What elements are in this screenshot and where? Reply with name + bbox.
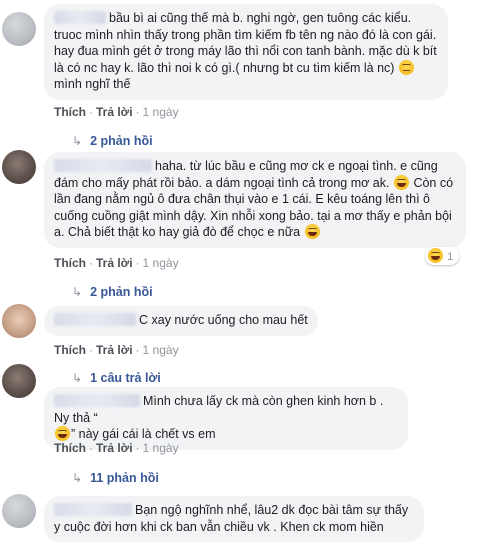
neutral-face-emoji [398, 59, 414, 75]
comment-text-2: ” này gái cái là chết vs em [71, 427, 216, 441]
avatar[interactable] [2, 364, 36, 398]
view-replies-link[interactable]: ↲ 1 câu trả lời [72, 371, 161, 385]
reply-link[interactable]: Trả lời [96, 441, 133, 455]
reply-link[interactable]: Trả lời [96, 105, 133, 119]
comment-actions: Thích · Trả lời · 1 ngày [54, 441, 179, 455]
timestamp[interactable]: 1 ngày [143, 441, 179, 455]
grinning-squint-emoji [304, 224, 320, 239]
comment-actions: Thích · Trả lời · 1 ngày [54, 105, 179, 119]
commenter-name[interactable] [54, 394, 140, 407]
grinning-squint-emoji [393, 174, 409, 190]
comment-actions: Thích · Trả lời · 1 ngày [54, 343, 179, 357]
haha-reaction-icon [428, 248, 443, 263]
replies-count: 2 phản hồi [90, 285, 153, 299]
comment-text: C xay nước uống cho mau hết [139, 313, 308, 327]
timestamp[interactable]: 1 ngày [143, 256, 179, 270]
replies-count: 11 phản hồi [90, 471, 159, 485]
timestamp[interactable]: 1 ngày [143, 343, 179, 357]
comment-bubble: C xay nước uống cho mau hết [44, 306, 318, 336]
avatar[interactable] [2, 304, 36, 338]
commenter-name[interactable] [54, 159, 152, 172]
comment-bubble: bầu bì ai cũng thế mà b. nghi ngờ, gen t… [44, 4, 448, 100]
avatar[interactable] [2, 12, 36, 46]
avatar[interactable] [2, 494, 36, 528]
reply-arrow-icon: ↲ [72, 471, 83, 485]
comment-text-tail: mình nghĩ thế [54, 77, 131, 91]
like-link[interactable]: Thích [54, 441, 86, 455]
reply-link[interactable]: Trả lời [96, 256, 133, 270]
replies-count: 1 câu trả lời [90, 371, 161, 385]
comment-bubble: Bạn ngộ nghĩnh nhể, lâu2 dk đọc bài tâm … [44, 496, 424, 542]
reaction-count: 1 [447, 251, 454, 263]
grinning-squint-emoji [55, 426, 70, 441]
reply-arrow-icon: ↲ [72, 134, 83, 148]
replies-count: 2 phản hồi [90, 134, 153, 148]
like-link[interactable]: Thích [54, 343, 86, 357]
view-replies-link[interactable]: ↲ 2 phản hồi [72, 285, 153, 299]
like-link[interactable]: Thích [54, 105, 86, 119]
comment-text: bầu bì ai cũng thế mà b. nghi ngờ, gen t… [54, 11, 437, 75]
reaction-badge[interactable]: 1 [425, 247, 460, 265]
like-link[interactable]: Thích [54, 256, 86, 270]
timestamp[interactable]: 1 ngày [143, 105, 179, 119]
reply-arrow-icon: ↲ [72, 371, 83, 385]
commenter-name[interactable] [54, 503, 132, 516]
view-replies-link[interactable]: ↲ 11 phản hồi [72, 471, 159, 485]
avatar[interactable] [2, 150, 36, 184]
reply-link[interactable]: Trả lời [96, 343, 133, 357]
commenter-name[interactable] [54, 313, 136, 326]
reply-arrow-icon: ↲ [72, 285, 83, 299]
comment-actions: Thích · Trả lời · 1 ngày [54, 256, 179, 270]
comment-bubble: haha. từ lúc bầu e cũng mơ ck e ngoại tì… [44, 152, 466, 248]
commenter-name[interactable] [54, 11, 106, 24]
view-replies-link[interactable]: ↲ 2 phản hồi [72, 134, 153, 148]
